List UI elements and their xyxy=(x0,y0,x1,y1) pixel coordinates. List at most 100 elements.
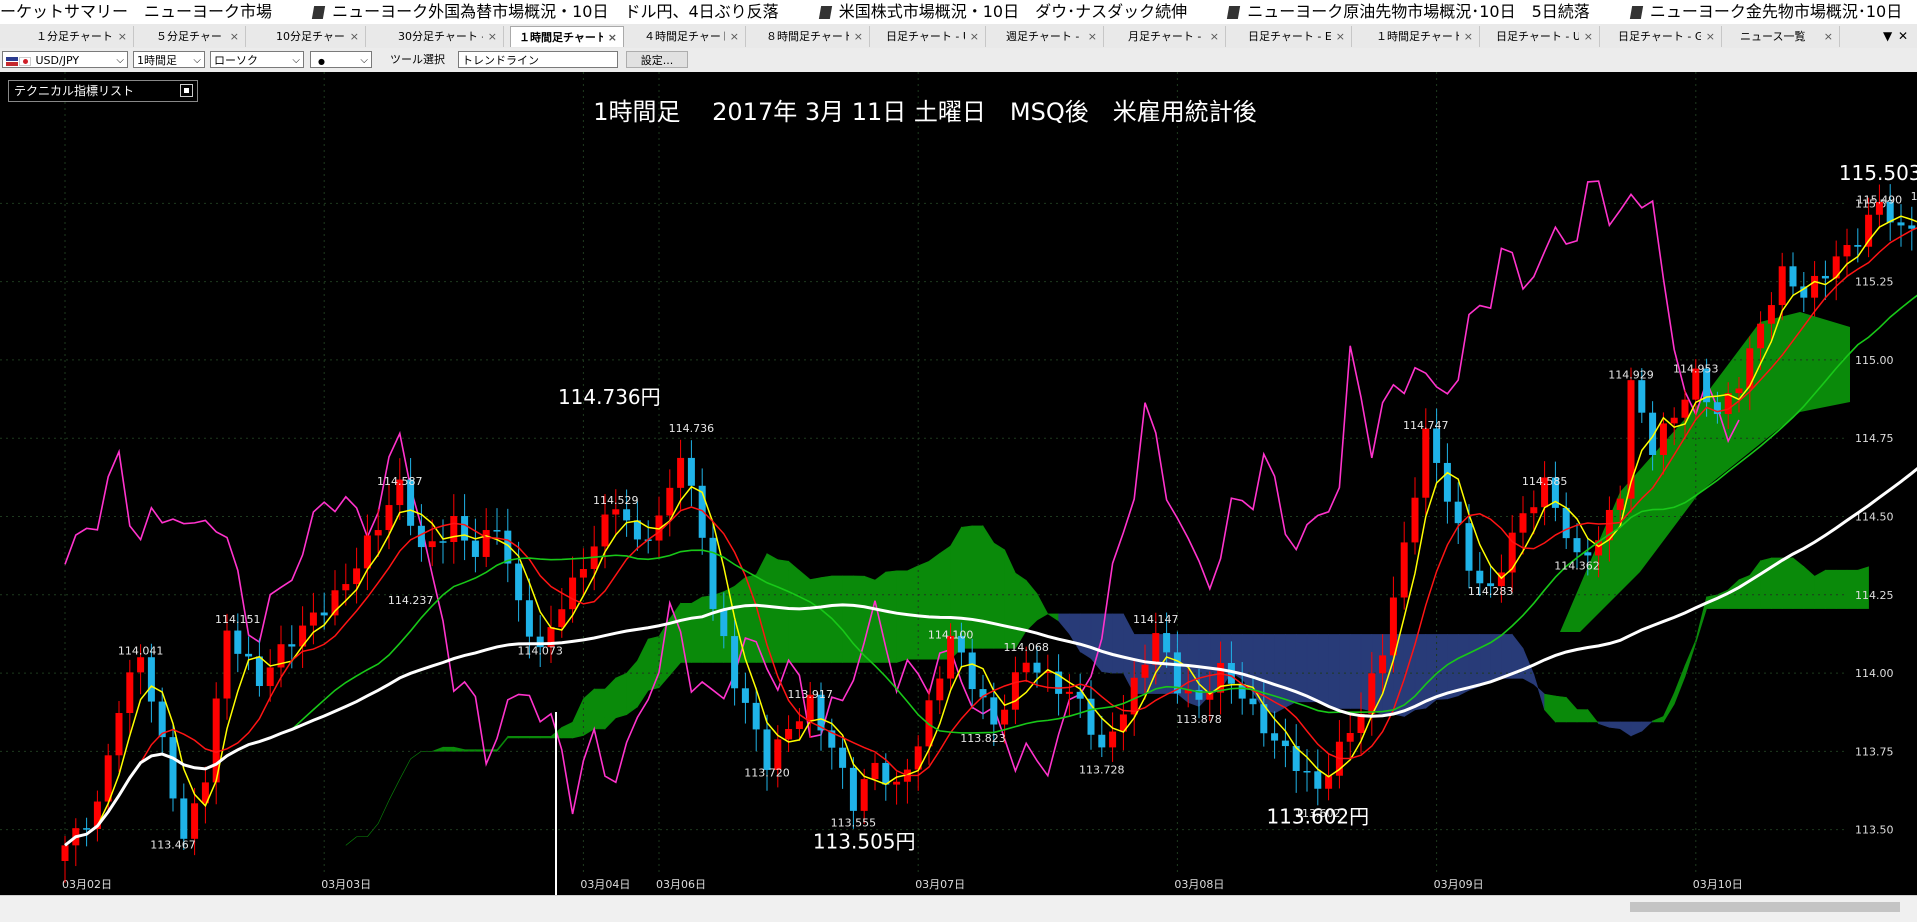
tab-1hour-chart-2[interactable]: １時間足チャート × xyxy=(1368,26,1480,47)
tab-30min-chart[interactable]: 30分足チャート - × xyxy=(390,26,504,47)
candle-body xyxy=(1843,245,1851,257)
chart-type-select[interactable]: ローソク ⌵ xyxy=(210,51,304,68)
candle-body xyxy=(1519,513,1527,533)
tab-weekly-chart[interactable]: 週足チャート - U: × xyxy=(998,26,1104,47)
candle-body xyxy=(126,672,134,714)
candle-body xyxy=(320,612,328,616)
close-icon[interactable]: × xyxy=(854,26,863,47)
close-icon[interactable]: × xyxy=(1824,26,1833,47)
tab-10min-chart[interactable]: 10分足チャート - × xyxy=(268,26,366,47)
close-icon[interactable]: × xyxy=(230,26,239,47)
candle-body xyxy=(752,702,760,730)
candle-body xyxy=(763,729,771,770)
candle-body xyxy=(936,678,944,701)
candle-body xyxy=(871,762,879,780)
ichimoku-cloud-segment xyxy=(1501,634,1513,679)
candle-body xyxy=(1271,733,1279,741)
tab-monthly-chart[interactable]: 月足チャート - U: × xyxy=(1120,26,1226,47)
price-chart[interactable]: 115.50115.25115.00114.75114.50114.25114.… xyxy=(0,72,1917,895)
settings-button[interactable]: 設定... xyxy=(626,51,688,68)
ichimoku-cloud-segment xyxy=(993,542,1005,649)
price-label: 114.237 xyxy=(388,594,434,607)
news-text: ニューヨーク原油先物市場概況･10日 5日続落 xyxy=(1247,2,1590,21)
tool-select-field[interactable]: トレンドライン xyxy=(458,51,618,68)
ichimoku-cloud-segment xyxy=(615,672,627,719)
news-text: 米国株式市場概況・10日 ダウ･ナスダック続伸 xyxy=(838,2,1188,21)
y-tick-label: 113.50 xyxy=(1855,824,1894,837)
candle-body xyxy=(147,657,155,702)
news-item[interactable]: ニューヨーク原油先物市場概況･10日 5日続落 xyxy=(1227,0,1590,24)
candle-body xyxy=(1767,305,1775,324)
tab-daily-chart-us-2[interactable]: 日足チャート - U: × xyxy=(1488,26,1600,47)
chart-type-value: ローソク xyxy=(214,54,258,67)
timeframe-select[interactable]: 1時間足 ⌵ xyxy=(133,51,205,68)
price-label: 114.283 xyxy=(1468,585,1514,598)
candle-body xyxy=(558,609,566,628)
close-all-icon[interactable]: ✕ xyxy=(1898,26,1908,47)
ichimoku-cloud-segment xyxy=(885,570,897,663)
ichimoku-cloud-segment xyxy=(442,746,455,752)
tab-label: 日足チャート - U: xyxy=(1496,30,1579,43)
close-icon[interactable]: × xyxy=(1706,26,1715,47)
ichimoku-cloud-segment xyxy=(1414,634,1427,711)
news-item[interactable]: ニューヨーク外国為替市場概況・10日 ドル円、4日ぶり反落 xyxy=(311,0,779,24)
chart-title: 1時間足 2017年 3月 11日 土曜日 MSQ後 米雇用統計後 xyxy=(593,98,1257,126)
tab-4hour-chart[interactable]: ４時間足チャート × xyxy=(636,26,746,47)
candle-body xyxy=(191,803,199,839)
candle-body xyxy=(849,767,857,811)
ichimoku-cloud-segment xyxy=(788,560,800,663)
news-item[interactable]: ーケットサマリー ニューヨーク市場 xyxy=(0,0,272,24)
close-icon[interactable]: × xyxy=(1088,26,1097,47)
symbol-select[interactable]: USD/JPY ⌵ xyxy=(2,51,128,68)
scrollbar-thumb[interactable] xyxy=(1630,902,1900,912)
close-icon[interactable]: × xyxy=(1336,26,1345,47)
tab-1hour-chart[interactable]: １時間足チャート × xyxy=(510,26,624,47)
price-label: 114.147 xyxy=(1133,613,1179,626)
close-icon[interactable]: × xyxy=(1584,26,1593,47)
price-label: 114.747 xyxy=(1403,419,1449,432)
candle-body xyxy=(579,569,587,578)
tab-list-dropdown-icon[interactable]: ▼ xyxy=(1883,26,1892,47)
ichimoku-cloud-segment xyxy=(1781,557,1794,609)
tab-8hour-chart[interactable]: ８時間足チャート × xyxy=(758,26,870,47)
close-icon[interactable]: × xyxy=(118,26,127,47)
candle-body xyxy=(1681,399,1689,418)
price-label: 113.728 xyxy=(1079,763,1125,776)
tab-label: ５分足チャート - xyxy=(156,30,225,43)
close-icon[interactable]: × xyxy=(1210,26,1219,47)
tab-label: 10分足チャート - xyxy=(276,30,345,43)
candle-body xyxy=(223,630,231,699)
tool-select-label: ツール選択 xyxy=(390,53,445,66)
candle-body xyxy=(1379,655,1387,674)
collapse-icon[interactable] xyxy=(180,84,193,97)
news-item[interactable]: ニューヨーク金先物市場概況･10日 xyxy=(1629,0,1902,24)
draw-mode-select[interactable]: ● ⌵ xyxy=(310,51,372,68)
price-annotation: 115.503円 xyxy=(1839,161,1917,185)
y-tick-label: 114.25 xyxy=(1855,589,1894,602)
tab-news-list[interactable]: ニュース一覧 × xyxy=(1732,26,1840,47)
horizontal-scrollbar[interactable] xyxy=(0,895,1917,922)
candle-body xyxy=(1346,733,1354,742)
candle-body xyxy=(795,721,803,730)
tab-daily-chart-us[interactable]: 日足チャート - U: × xyxy=(878,26,986,47)
close-icon[interactable]: × xyxy=(1464,26,1473,47)
tab-daily-chart-gi[interactable]: 日足チャート - GI × xyxy=(1610,26,1722,47)
candle-body xyxy=(493,530,501,532)
tab-label: ４時間足チャート xyxy=(644,30,725,43)
candle-body xyxy=(482,530,490,557)
indicator-list-panel[interactable]: テクニカル指標リスト xyxy=(8,80,198,102)
candle-body xyxy=(1908,225,1916,229)
news-item[interactable]: 米国株式市場概況・10日 ダウ･ナスダック続伸 xyxy=(818,0,1188,24)
y-tick-label: 114.75 xyxy=(1855,432,1894,445)
close-icon[interactable]: × xyxy=(608,27,617,47)
close-icon[interactable]: × xyxy=(730,26,739,47)
close-icon[interactable]: × xyxy=(488,26,497,47)
close-icon[interactable]: × xyxy=(350,26,359,47)
tab-daily-chart-eu[interactable]: 日足チャート - EU × xyxy=(1240,26,1352,47)
tab-5min-chart[interactable]: ５分足チャート - × xyxy=(148,26,246,47)
close-icon[interactable]: × xyxy=(970,26,979,47)
x-tick-label: 03月06日 xyxy=(656,878,706,891)
tab-1min-chart[interactable]: １分足チャート - × xyxy=(28,26,134,47)
price-label: 114.362 xyxy=(1554,560,1600,573)
ichimoku-cloud-segment xyxy=(691,596,703,663)
